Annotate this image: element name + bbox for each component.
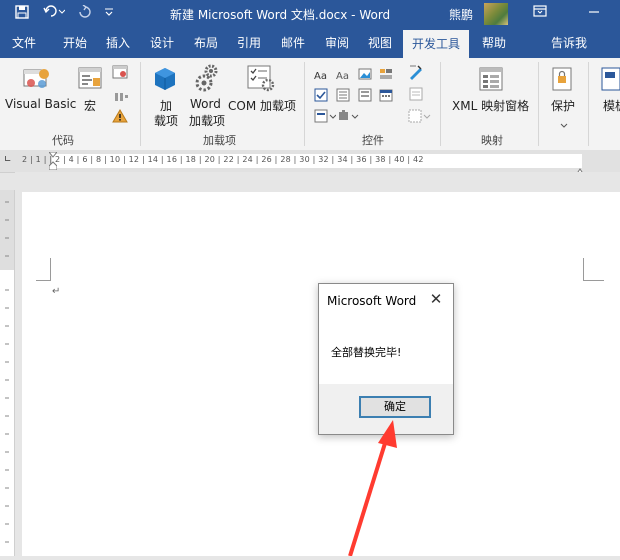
word-addins-icon [195, 64, 221, 96]
tab-view[interactable]: 视图 [361, 28, 399, 58]
horizontal-ruler[interactable]: ∟ 2 | 1 | | 2 | 4 | 6 | 8 | 10 | 12 | 14… [0, 150, 620, 176]
xml-mapping-icon [478, 66, 506, 98]
document-template-icon [600, 66, 620, 96]
ribbon-display-options-icon[interactable] [533, 4, 547, 22]
redo-icon[interactable] [77, 4, 91, 23]
ribbon-tabs: 文件 开始 插入 设计 布局 引用 邮件 审阅 视图 开发工具 帮助 告诉我 [0, 28, 620, 79]
get-addins-label-2[interactable]: 载项 [154, 112, 178, 129]
group-separator [588, 62, 589, 146]
plain-text-control-icon[interactable]: Aa [336, 66, 352, 85]
svg-text:Aa: Aa [314, 71, 327, 81]
date-picker-control-icon[interactable] [379, 87, 393, 106]
save-icon[interactable] [15, 5, 29, 23]
tab-home[interactable]: 开始 [56, 28, 94, 58]
legacy-tools-icon[interactable] [338, 108, 360, 127]
template-button[interactable]: 模板 [603, 97, 620, 114]
macro-button[interactable]: 宏 [84, 97, 96, 114]
tab-help[interactable]: 帮助 [474, 28, 514, 58]
dialog-footer: 确定 [319, 384, 453, 434]
record-macro-icon[interactable] [112, 64, 128, 83]
combo-box-control-icon[interactable] [336, 87, 350, 106]
dialog-message: 全部替换完毕! [331, 346, 402, 359]
properties-icon[interactable] [408, 86, 424, 106]
group-label-controls: 控件 [362, 134, 384, 147]
com-addins-icon [246, 64, 276, 96]
design-mode-icon[interactable] [408, 64, 424, 84]
group-label-addins: 加载项 [203, 134, 236, 147]
group-label-code: 代码 [52, 134, 74, 147]
tab-selector-icon[interactable]: ∟ [4, 155, 12, 165]
margin-corner-top-left [36, 258, 51, 281]
checkbox-control-icon[interactable] [314, 87, 328, 106]
avatar[interactable] [484, 3, 508, 25]
margin-corner-top-right [583, 258, 604, 281]
protect-button[interactable]: 保护 [551, 97, 575, 114]
tab-review[interactable]: 审阅 [318, 28, 356, 58]
close-icon[interactable]: ✕ [427, 290, 445, 308]
visual-basic-button[interactable]: Visual Basic [5, 97, 76, 111]
tab-references[interactable]: 引用 [230, 28, 268, 58]
dropdown-list-control-icon[interactable] [358, 87, 372, 106]
xml-mapping-button[interactable]: XML 映射窗格 [452, 97, 529, 114]
minimize-icon[interactable] [587, 4, 601, 22]
dialog-title: Microsoft Word [327, 294, 417, 308]
rich-text-control-icon[interactable]: Aa [314, 66, 330, 85]
window-title: 新建 Microsoft Word 文档.docx - Word [170, 8, 391, 22]
ribbon-developer: Visual Basic 宏 代码 加 载项 Word 加载项 COM 加载项 … [0, 58, 620, 151]
paragraph-mark-icon: ↵ [52, 286, 61, 297]
word-addins-label-2[interactable]: 加载项 [189, 112, 225, 129]
visual-basic-icon [22, 66, 52, 96]
macro-icon [78, 66, 104, 96]
ruler-ticks: 2 | 1 | | 2 | 4 | 6 | 8 | 10 | 12 | 14 |… [22, 155, 424, 164]
tab-layout[interactable]: 布局 [187, 28, 225, 58]
group-separator [304, 62, 305, 146]
group-separator [140, 62, 141, 146]
chevron-down-icon[interactable] [560, 114, 568, 133]
group-label-mapping: 映射 [481, 134, 503, 147]
svg-text:Aa: Aa [336, 71, 349, 81]
repeating-section-control-icon[interactable] [314, 108, 337, 127]
vertical-ruler[interactable] [0, 190, 15, 556]
building-block-control-icon[interactable] [379, 65, 393, 84]
group-separator [440, 62, 441, 146]
title-bar: 新建 Microsoft Word 文档.docx - Word 熊鹏 [0, 0, 620, 28]
undo-icon[interactable] [43, 5, 66, 23]
picture-control-icon[interactable] [358, 65, 372, 84]
ok-button[interactable]: 确定 [359, 396, 431, 418]
tab-developer[interactable]: 开发工具 [403, 30, 469, 58]
com-addins-button[interactable]: COM 加载项 [228, 97, 296, 114]
tab-insert[interactable]: 插入 [100, 28, 136, 58]
message-dialog: Microsoft Word ✕ 全部替换完毕! 确定 [318, 283, 454, 435]
tab-design[interactable]: 设计 [143, 28, 181, 58]
customize-qat-icon[interactable] [104, 5, 114, 23]
group-separator [538, 62, 539, 146]
tab-mailings[interactable]: 邮件 [274, 28, 312, 58]
macro-security-icon[interactable] [112, 108, 128, 127]
word-addins-label-1[interactable]: Word [190, 97, 221, 111]
pause-recording-icon[interactable] [113, 88, 129, 107]
tell-me-search[interactable]: 告诉我 [544, 28, 594, 58]
get-addins-icon [152, 66, 178, 96]
tab-file[interactable]: 文件 [4, 28, 44, 58]
first-line-indent-marker[interactable] [47, 151, 59, 174]
protect-icon [551, 66, 573, 96]
user-name[interactable]: 熊鹏 [449, 6, 473, 23]
group-control-icon[interactable] [408, 108, 432, 127]
